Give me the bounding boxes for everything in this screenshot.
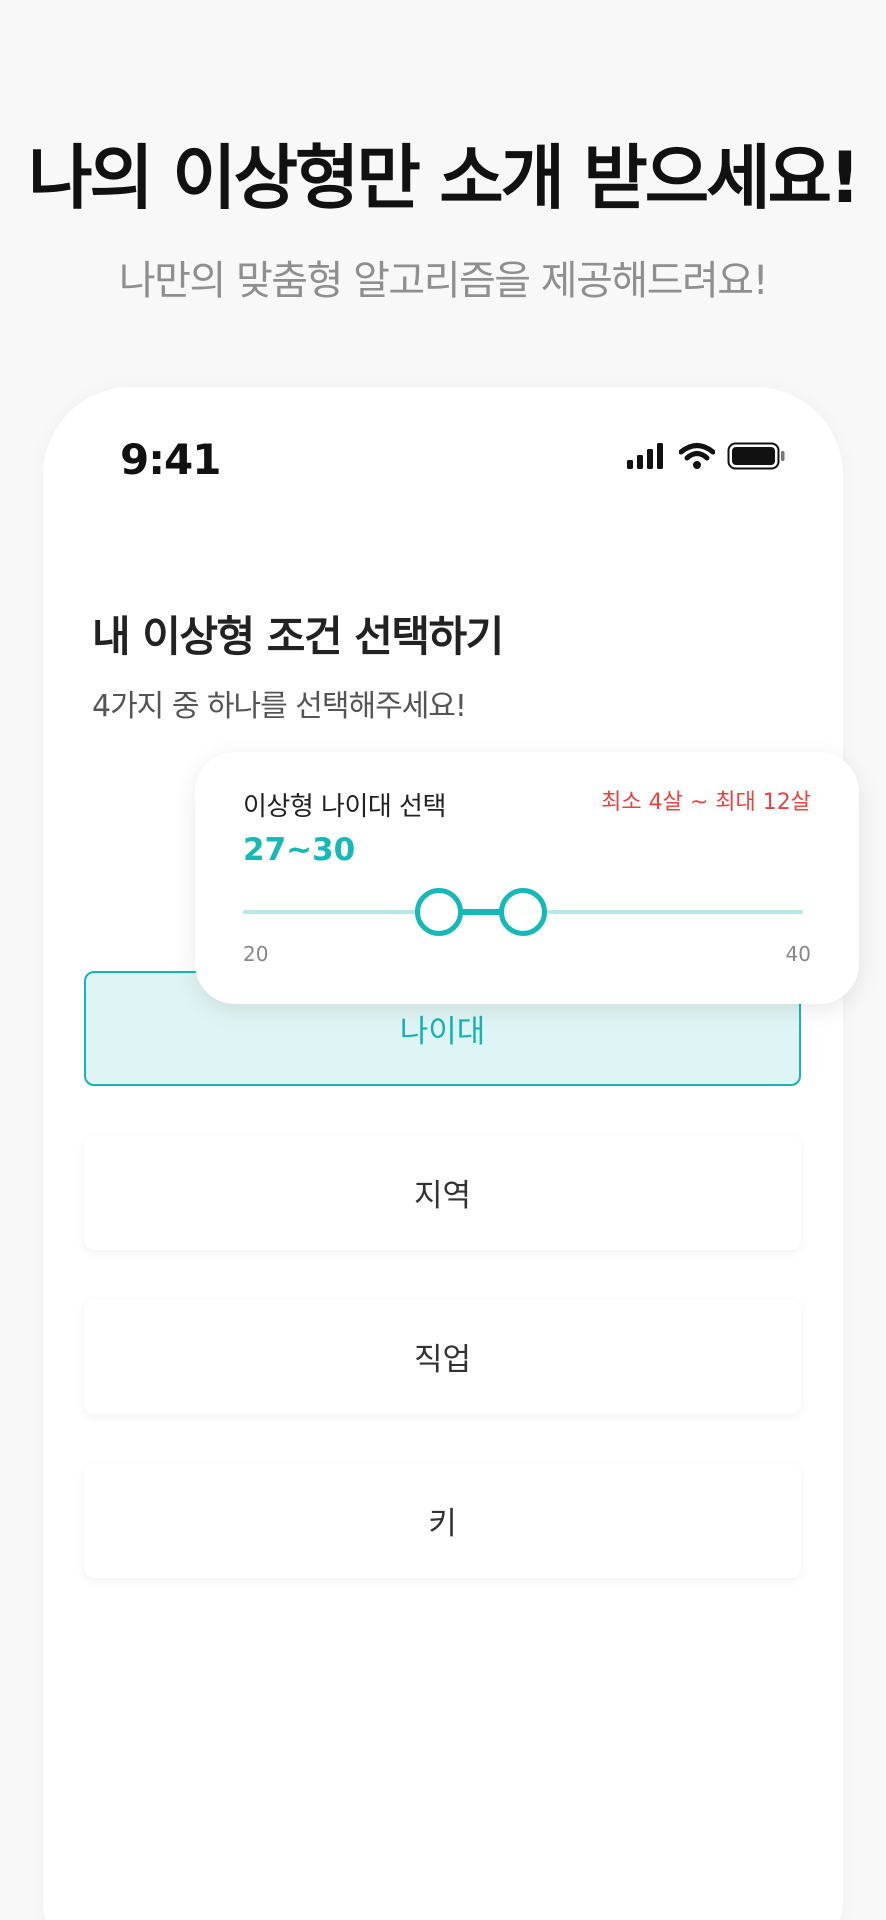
option-label: 나이대 [399, 1014, 486, 1050]
option-height-button[interactable]: 키 [84, 1463, 801, 1578]
hero-title: 나의 이상형만 소개 받으세요! [28, 137, 861, 219]
status-time: 9:41 [120, 435, 221, 484]
hero-subtitle: 나만의 맞춤형 알고리즘을 제공해드려요! [118, 258, 769, 304]
screen-subtitle: 4가지 중 하나를 선택해주세요! [92, 689, 467, 724]
slider-max-label: 40 [785, 942, 811, 966]
screen-title: 내 이상형 조건 선택하기 [92, 612, 504, 661]
wifi-icon [679, 443, 715, 469]
slider-thumb-min[interactable] [415, 888, 463, 936]
phone-mockup: 9:41 내 이상형 조건 선택하기 4가지 중 하나를 선택해주세요! 나이대… [43, 387, 843, 1920]
range-limit-note: 최소 4살 ~ 최대 12살 [601, 790, 811, 815]
slider-thumb-max[interactable] [499, 888, 547, 936]
status-icons [627, 442, 785, 470]
battery-icon [727, 442, 785, 470]
app-preview-page: 나의 이상형만 소개 받으세요! 나만의 맞춤형 알고리즘을 제공해드려요! 9… [0, 0, 886, 1920]
age-range-slider[interactable] [243, 888, 803, 936]
cellular-signal-icon [627, 443, 663, 469]
option-label: 키 [428, 1506, 457, 1542]
option-region-button[interactable]: 지역 [84, 1135, 801, 1250]
age-range-popup: 이상형 나이대 선택 최소 4살 ~ 최대 12살 27~30 20 40 [195, 752, 859, 1004]
popup-title: 이상형 나이대 선택 [243, 792, 446, 822]
slider-min-label: 20 [243, 942, 269, 966]
option-label: 지역 [413, 1178, 472, 1214]
option-label: 직업 [413, 1342, 472, 1378]
option-job-button[interactable]: 직업 [84, 1299, 801, 1414]
selected-age-range: 27~30 [243, 832, 356, 868]
